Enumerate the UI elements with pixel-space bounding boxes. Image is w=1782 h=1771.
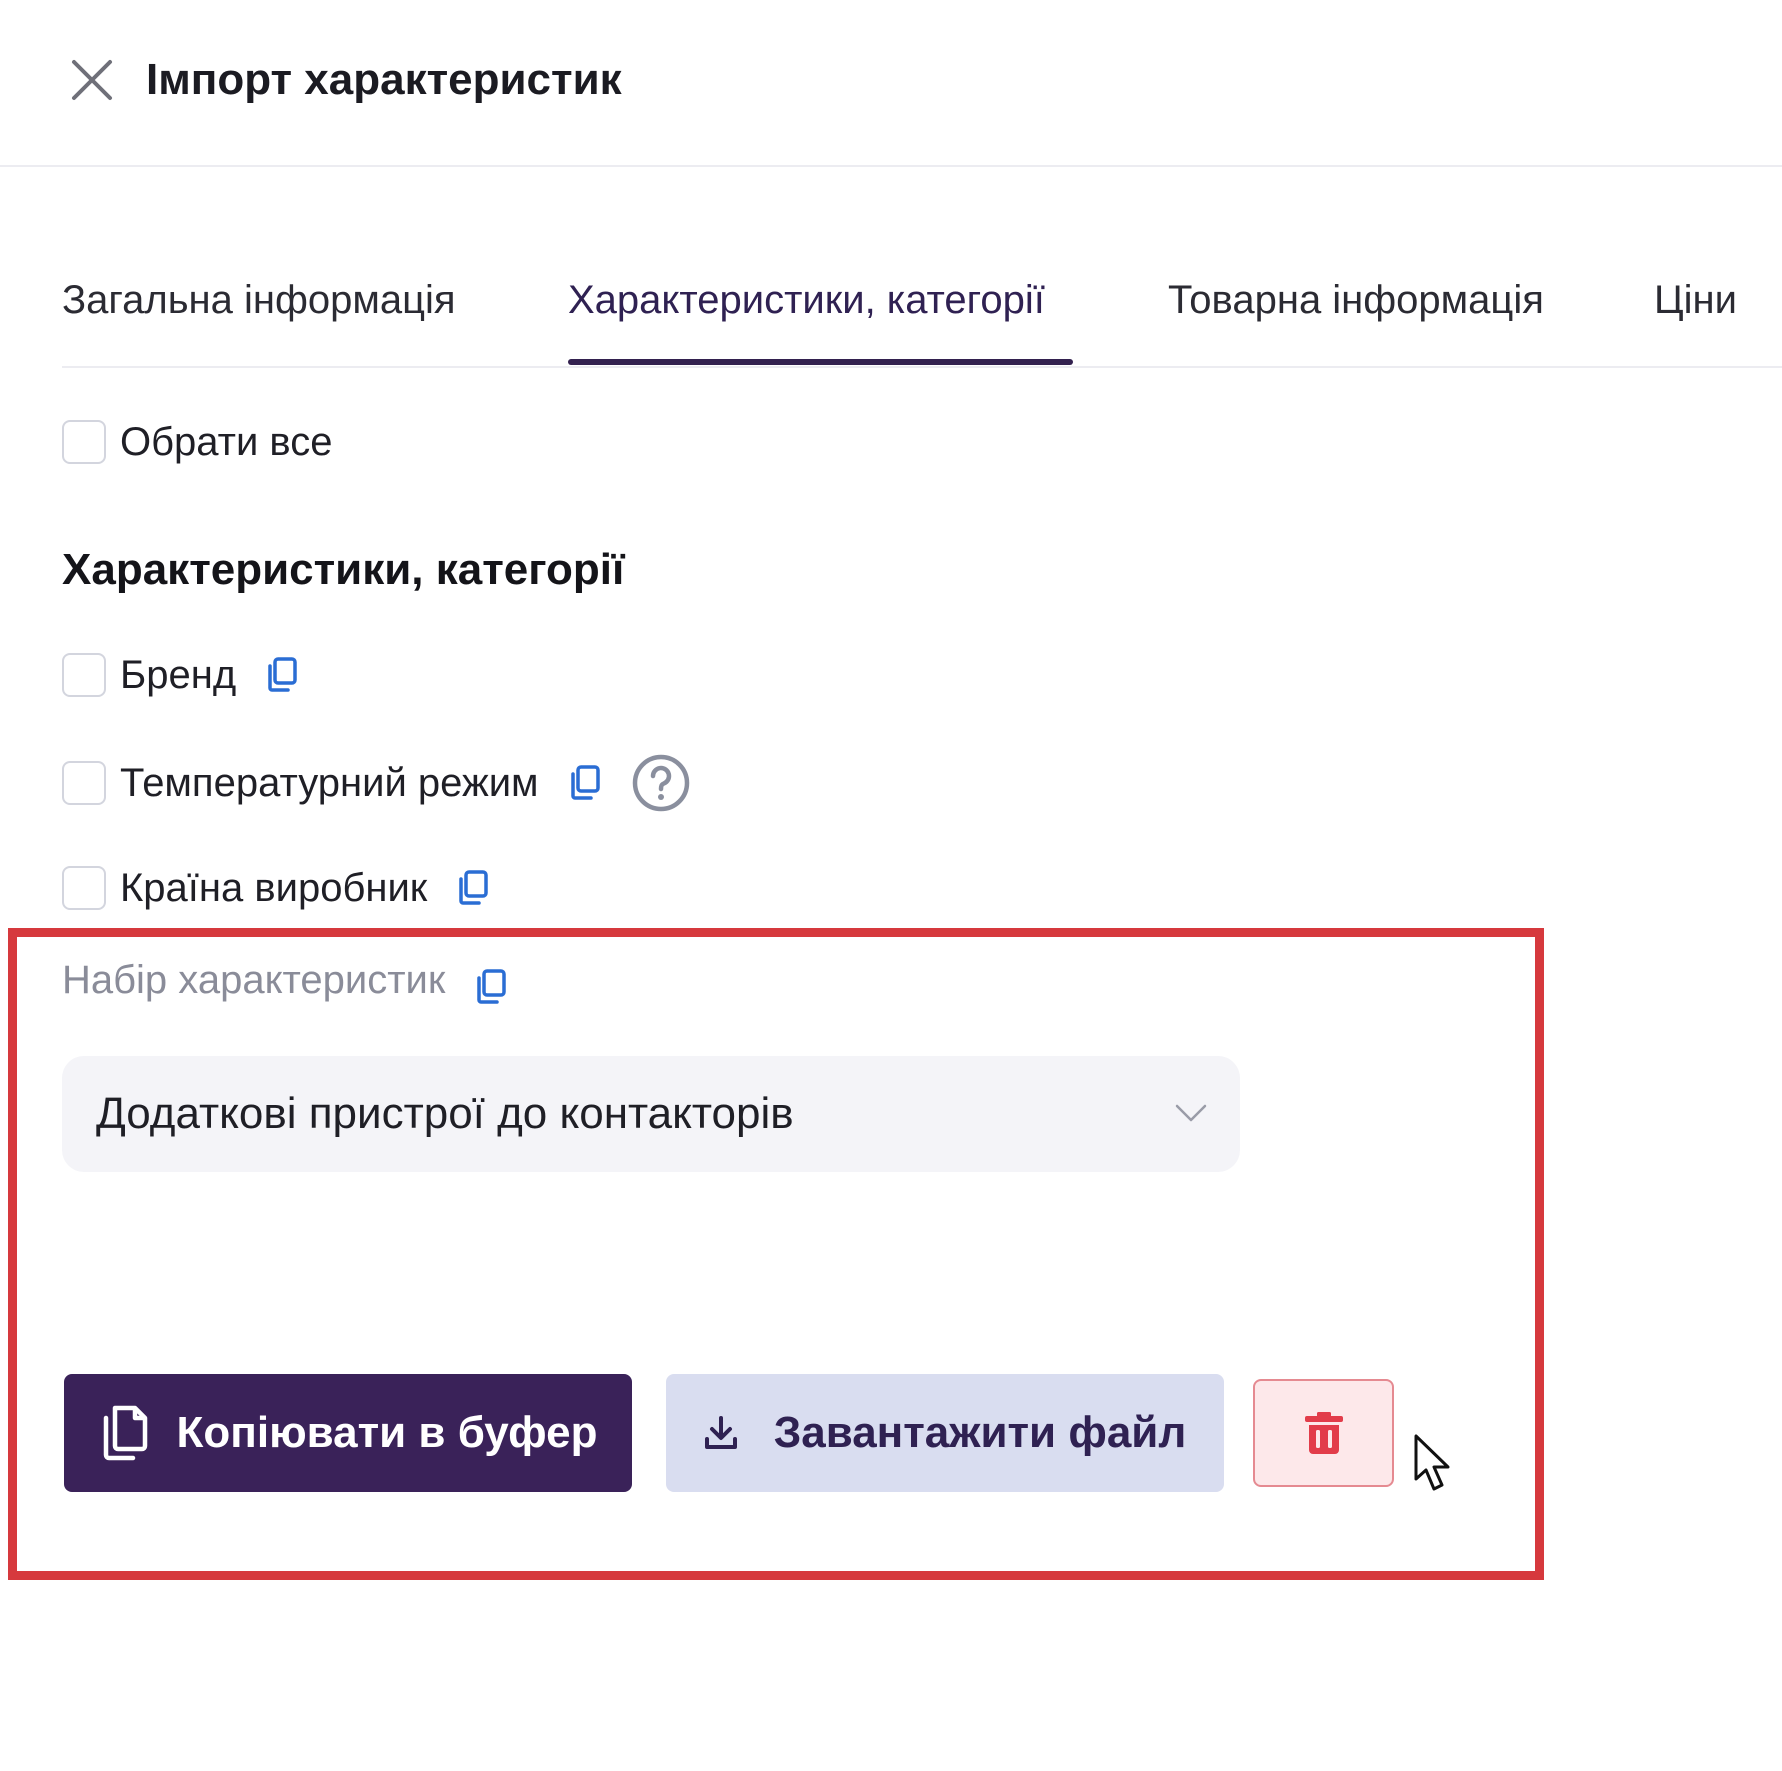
tab-bar: Загальна інформація Характеристики, кате… (62, 270, 1782, 368)
brand-checkbox[interactable] (62, 653, 106, 697)
close-icon[interactable] (68, 56, 116, 104)
temperature-checkbox[interactable] (62, 761, 106, 805)
active-tab-indicator (568, 359, 1073, 365)
country-checkbox[interactable] (62, 866, 106, 910)
delete-button[interactable] (1253, 1379, 1394, 1487)
help-icon[interactable] (631, 753, 691, 813)
tab-prices[interactable]: Ціни (1654, 270, 1737, 330)
country-label[interactable]: Країна виробник (120, 866, 427, 911)
download-file-button[interactable]: Завантажити файл (666, 1374, 1224, 1492)
characteristic-set-label-row: Набір характеристик (62, 955, 507, 1005)
download-icon (704, 1416, 737, 1449)
characteristic-set-label: Набір характеристик (62, 958, 446, 1002)
brand-label[interactable]: Бренд (120, 653, 236, 698)
characteristic-row-temperature: Температурний режим (62, 754, 691, 812)
characteristic-set-value: Додаткові пристрої до контакторів (96, 1089, 794, 1138)
copy-icon[interactable] (569, 765, 601, 801)
copy-to-clipboard-label: Копіювати в буфер (176, 1408, 598, 1457)
characteristic-set-select[interactable]: Додаткові пристрої до контакторів (62, 1056, 1240, 1172)
select-all-checkbox[interactable] (62, 420, 106, 464)
mouse-cursor-icon (1414, 1434, 1450, 1491)
trash-icon (1304, 1412, 1343, 1454)
temperature-label[interactable]: Температурний режим (120, 761, 539, 806)
section-title: Характеристики, категорії (62, 545, 625, 594)
page-title: Імпорт характеристик (146, 55, 622, 104)
tab-general-info[interactable]: Загальна інформація (62, 270, 456, 330)
dialog-header: Імпорт характеристик (0, 0, 1782, 167)
select-all-row: Обрати все (62, 417, 332, 467)
tab-product-info[interactable]: Товарна інформація (1168, 270, 1544, 330)
characteristic-row-country: Країна виробник (62, 863, 489, 913)
copy-icon[interactable] (475, 969, 507, 1005)
download-file-label: Завантажити файл (773, 1408, 1187, 1457)
tab-characteristics-categories[interactable]: Характеристики, категорії (568, 270, 1045, 330)
copy-icon[interactable] (266, 657, 298, 693)
characteristic-row-brand: Бренд (62, 650, 298, 700)
copy-icon (103, 1405, 147, 1461)
chevron-down-icon (1175, 1104, 1207, 1122)
select-all-label[interactable]: Обрати все (120, 420, 332, 465)
copy-icon[interactable] (457, 870, 489, 906)
copy-to-clipboard-button[interactable]: Копіювати в буфер (64, 1374, 632, 1492)
